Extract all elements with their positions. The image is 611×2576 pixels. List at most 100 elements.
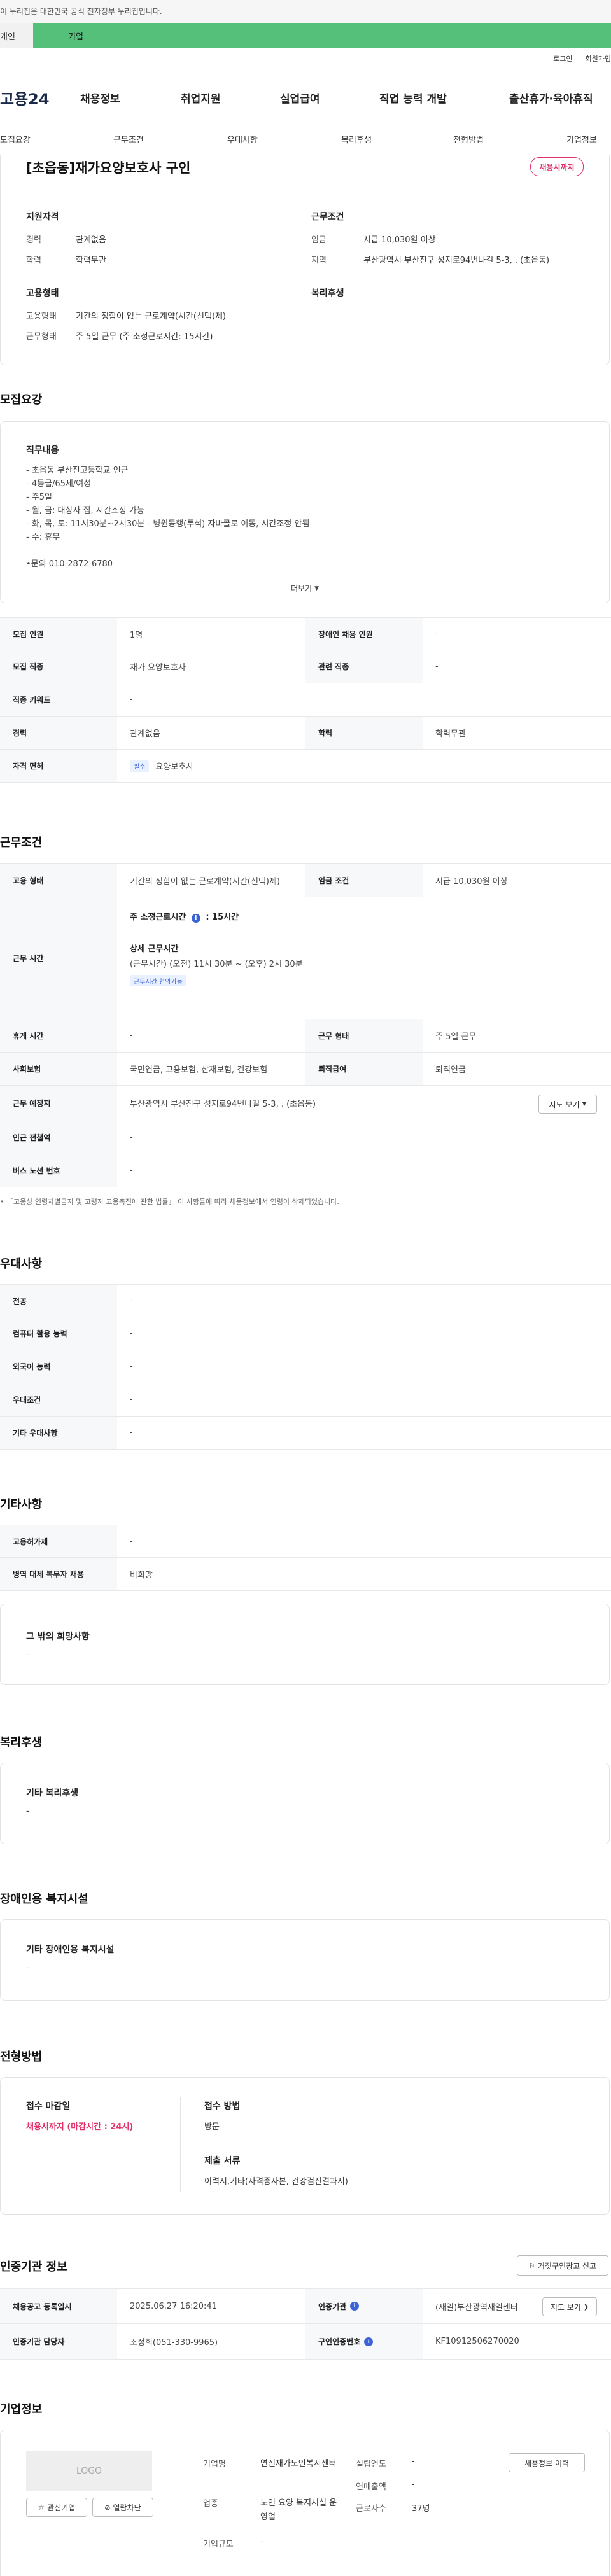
employees-value: 37명 xyxy=(412,2504,430,2514)
util-links: 로그인 회원가입 xyxy=(553,53,611,64)
table-row: 직종 키워드 - xyxy=(0,683,611,717)
row-key: 인근 전철역 xyxy=(0,1121,117,1154)
row-key: 우대조건 xyxy=(0,1383,117,1416)
subnav-company[interactable]: 기업정보 xyxy=(566,133,597,145)
agency-map-button[interactable]: 지도 보기 ❯ xyxy=(542,2297,597,2316)
row-key: 기타 우대사항 xyxy=(0,1417,117,1449)
row-key: 퇴직급여 xyxy=(306,1053,423,1085)
row-value: 재가 요양보호사 xyxy=(130,663,186,673)
duty-text: - 초읍동 부산진고등학교 인근 - 4등급/65세/여성 - 주5일 - 월,… xyxy=(26,464,309,571)
other-wishes-title: 그 밖의 희망사항 xyxy=(26,1632,90,1642)
recruit-section-title: 모집요강 xyxy=(0,393,43,407)
info-icon[interactable]: i xyxy=(191,914,200,923)
deadline-value: 채용시까지 (마감시간 : 24시) xyxy=(26,2122,134,2132)
welfare-card: 기타 복리후생 - xyxy=(0,1763,610,1844)
duty-line-blank xyxy=(26,544,309,557)
report-fake-ad-button[interactable]: ⚐ 거짓구인광고 신고 xyxy=(517,2255,608,2276)
row-key: 근무 형태 xyxy=(306,1019,423,1052)
tab-company[interactable]: 기업 xyxy=(33,23,611,48)
subnav-selection[interactable]: 전형방법 xyxy=(453,133,484,145)
subnav-preferred[interactable]: 우대사항 xyxy=(227,133,258,145)
table-row: 전공 - xyxy=(0,1284,611,1317)
gnb-item-employment-support[interactable]: 취업지원 xyxy=(181,90,221,106)
duty-card: 직무내용 - 초읍동 부산진고등학교 인근 - 4등급/65세/여성 - 주5일… xyxy=(0,421,610,579)
table-row: 병역 대체 복무자 채용 비희망 xyxy=(0,1558,611,1591)
row-value: - xyxy=(435,629,439,639)
gnb-item-jobs[interactable]: 채용정보 xyxy=(80,90,120,106)
method-label: 접수 방법 xyxy=(204,2101,241,2111)
interest-label: 관심기업 xyxy=(47,2503,76,2512)
welfare-section-title: 복리후생 xyxy=(0,1736,43,1749)
founded-value: - xyxy=(412,2457,415,2467)
disability-box-title: 기타 장애인용 복지시설 xyxy=(26,1945,115,1955)
chevron-right-icon: ❯ xyxy=(583,2303,589,2311)
cert-section-title: 인증기관 정보 xyxy=(0,2260,67,2274)
table-row: 인증기관 담당자 조정희(051-330-9965) 구인인증번호 i KF10… xyxy=(0,2324,611,2360)
more-button[interactable]: 더보기 ▼ xyxy=(0,574,610,603)
region-value: 부산광역시 부산진구 성지로94번나길 5-3, . (초읍동) xyxy=(363,256,550,265)
site-logo[interactable]: 고용24 xyxy=(0,87,50,109)
row-value: 국민연금, 고용보험, 산재보험, 건강보험 xyxy=(130,1065,268,1075)
job-history-button[interactable]: 채용정보 이력 xyxy=(509,2453,585,2472)
work-form-value: 주 5일 근무 (주 소정근로시간: 15시간) xyxy=(76,332,213,342)
table-row: 외국어 능력 - xyxy=(0,1350,611,1383)
emp-type-label: 고용형태 xyxy=(26,312,57,321)
employees-label: 근로자수 xyxy=(356,2504,386,2514)
revenue-label: 연매출액 xyxy=(356,2482,386,2492)
row-value: 관계없음 xyxy=(130,729,160,739)
row-value: - xyxy=(130,1031,133,1040)
block-view-button[interactable]: ⊘ 열람차단 xyxy=(92,2498,153,2517)
row-key: 인증기관 담당자 xyxy=(0,2324,117,2359)
edu-value: 학력무관 xyxy=(76,256,106,265)
row-key: 학력 xyxy=(306,717,423,749)
signup-link[interactable]: 회원가입 xyxy=(586,53,611,64)
row-value: KF10912506270020 xyxy=(435,2337,519,2346)
row-value: 2025.06.27 16:20:41 xyxy=(130,2301,217,2311)
info-icon[interactable]: i xyxy=(364,2337,374,2346)
subnav-welfare[interactable]: 복리후생 xyxy=(341,133,372,145)
weekly-hours-value: 15시간 xyxy=(212,913,239,922)
login-link[interactable]: 로그인 xyxy=(553,53,572,64)
row-key: 모집 직종 xyxy=(0,650,117,683)
gov-notice-text: 이 누리집은 대한민국 공식 전자정부 누리집입니다. xyxy=(0,7,162,16)
etc-section-title: 기타사항 xyxy=(0,1498,43,1511)
selection-card: 접수 마감일 채용시까지 (마감시간 : 24시) 접수 방법 방문 제출 서류… xyxy=(0,2077,610,2215)
row-key: 근무 시간 xyxy=(0,897,117,1019)
map-button[interactable]: 지도 보기 ▼ xyxy=(538,1095,597,1114)
row-value: - xyxy=(130,1133,133,1142)
weekly-hours-label: 주 소정근로시간 xyxy=(130,913,186,922)
subnav-recruit[interactable]: 모집요강 xyxy=(0,133,31,145)
row-value: 퇴직연금 xyxy=(435,1065,466,1075)
license-value: 요양보호사 xyxy=(155,762,194,772)
interest-company-button[interactable]: ☆ 관심기업 xyxy=(26,2498,87,2517)
notice-bullet: • xyxy=(0,1198,6,1206)
career-label: 경력 xyxy=(26,235,41,245)
row-value: 비희망 xyxy=(130,1571,153,1580)
subnav-work[interactable]: 근무조건 xyxy=(113,133,144,145)
chevron-down-icon: ▼ xyxy=(314,585,320,592)
deadline-label: 접수 마감일 xyxy=(26,2101,71,2111)
job-summary-card: [초읍동]재가요양보호사 구인 채용시까지 지원자격 경력 관계없음 학력 학력… xyxy=(0,155,610,365)
table-row: 기타 우대사항 - xyxy=(0,1417,611,1450)
disability-card: 기타 장애인용 복지시설 - xyxy=(0,1919,610,2001)
row-value: - xyxy=(130,695,133,704)
disability-section-title: 장애인용 복지시설 xyxy=(0,1893,88,1906)
hours-negotiable-chip: 근무시간 협의가능 xyxy=(130,975,186,986)
required-chip: 필수 xyxy=(130,760,150,772)
duty-title: 직무내용 xyxy=(26,445,59,456)
table-row: 인근 전철역 - xyxy=(0,1121,611,1154)
info-icon[interactable]: i xyxy=(350,2302,360,2311)
gnb-item-unemployment-benefit[interactable]: 실업급여 xyxy=(280,90,320,106)
detail-hours-label: 상세 근무시간 xyxy=(130,944,179,954)
row-value: 주 5일 근무 xyxy=(435,1032,477,1042)
row-value: 필수 요양보호사 xyxy=(130,750,193,782)
gnb-item-parental-leave[interactable]: 출산휴가·육아휴직 xyxy=(509,90,593,106)
gnb-item-vocational-training[interactable]: 직업 능력 개발 xyxy=(379,90,447,106)
row-key: 경력 xyxy=(0,717,117,749)
tab-personal[interactable]: 개인 xyxy=(0,23,33,48)
preferred-section-title: 우대사항 xyxy=(0,1257,43,1271)
table-row: 근무 예정지 부산광역시 부산진구 성지로94번나길 5-3, . (초읍동) … xyxy=(0,1086,611,1121)
age-notice: • 「고용상 연령차별금지 및 고령자 고용촉진에 관한 법률」 이 사항들에 … xyxy=(0,1196,339,1207)
company-logo-placeholder: LOGO xyxy=(26,2451,152,2491)
table-row: 사회보험 국민연금, 고용보험, 산재보험, 건강보험 퇴직급여 퇴직연금 xyxy=(0,1053,611,1086)
